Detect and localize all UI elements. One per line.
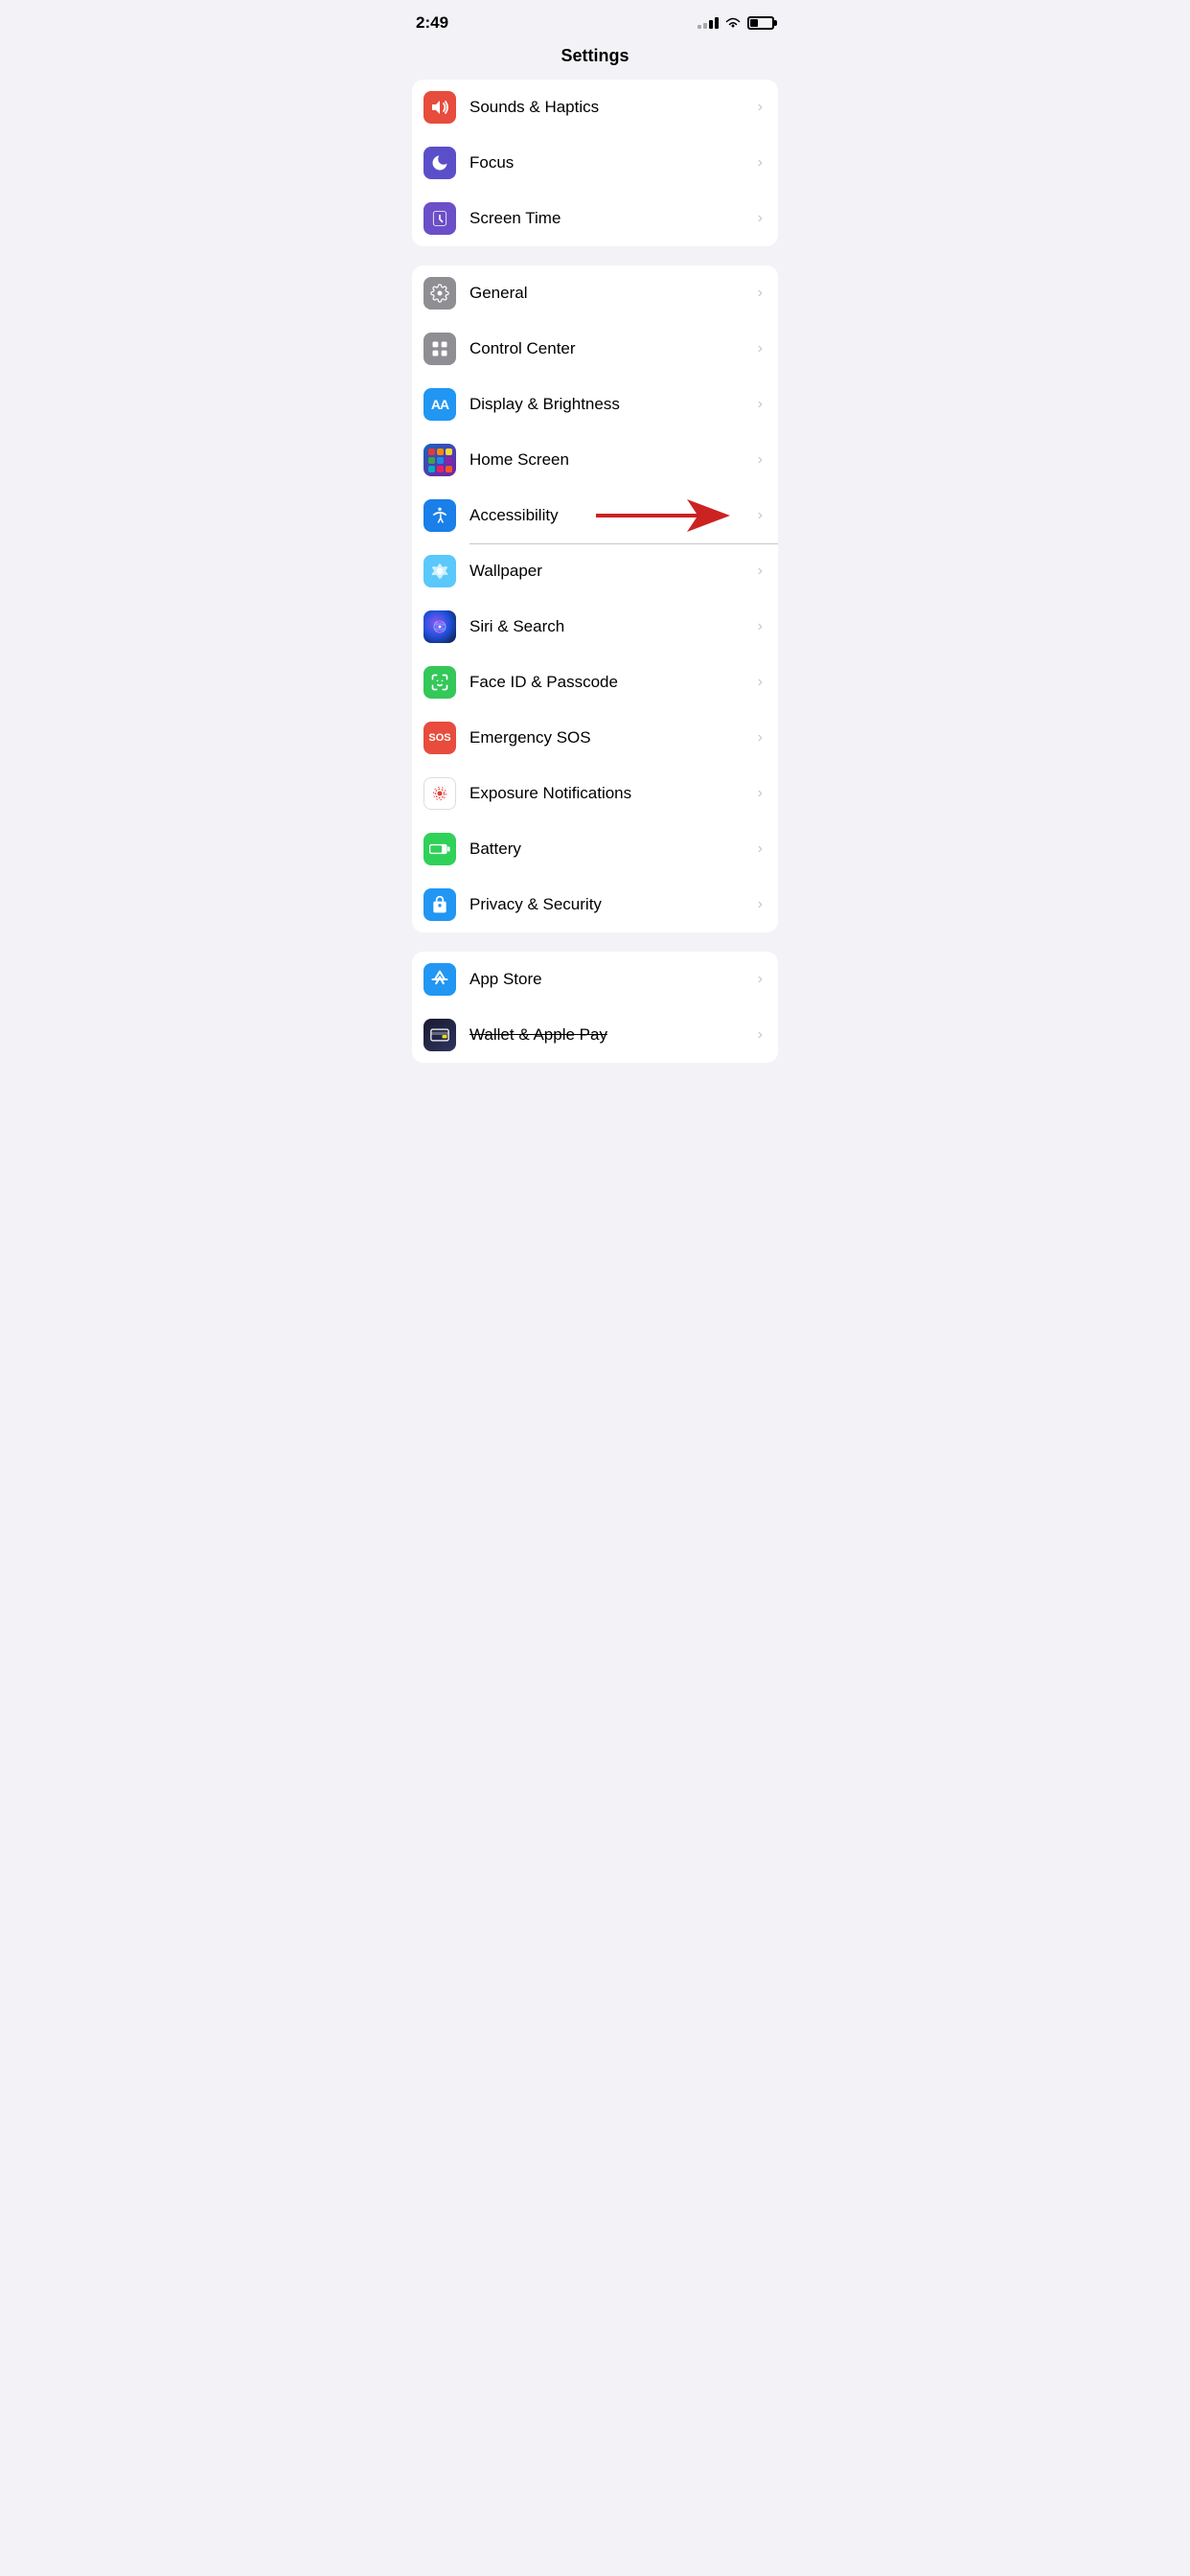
home-screen-icon [423, 444, 456, 476]
sidebar-item-screen-time[interactable]: Screen Time › [412, 191, 778, 246]
battery-icon [423, 833, 456, 865]
settings-group-2: General › Control Center › AA Display & … [412, 265, 778, 932]
face-id-chevron: › [758, 674, 763, 691]
sounds-haptics-icon [423, 91, 456, 124]
control-center-icon [423, 333, 456, 365]
app-store-chevron: › [758, 971, 763, 988]
exposure-label: Exposure Notifications [469, 784, 750, 803]
general-chevron: › [758, 285, 763, 302]
wallpaper-label: Wallpaper [469, 562, 750, 581]
focus-label: Focus [469, 153, 750, 172]
face-id-label: Face ID & Passcode [469, 673, 750, 692]
screen-time-chevron: › [758, 210, 763, 227]
sidebar-item-home-screen[interactable]: Home Screen › [412, 432, 778, 488]
display-brightness-label: Display & Brightness [469, 395, 750, 414]
sidebar-item-battery[interactable]: Battery › [412, 821, 778, 877]
general-icon [423, 277, 456, 310]
face-id-icon [423, 666, 456, 699]
sidebar-item-control-center[interactable]: Control Center › [412, 321, 778, 377]
exposure-chevron: › [758, 785, 763, 802]
general-label: General [469, 284, 750, 303]
display-brightness-chevron: › [758, 396, 763, 413]
wallpaper-icon [423, 555, 456, 587]
siri-search-label: Siri & Search [469, 617, 750, 636]
sounds-haptics-label: Sounds & Haptics [469, 98, 750, 117]
siri-search-chevron: › [758, 618, 763, 635]
signal-bars-icon [698, 17, 719, 29]
app-store-label: App Store [469, 970, 750, 989]
status-icons [698, 16, 774, 30]
screen-time-icon [423, 202, 456, 235]
emergency-sos-label: Emergency SOS [469, 728, 750, 748]
battery-status-icon [747, 16, 774, 30]
sidebar-item-emergency-sos[interactable]: SOS Emergency SOS › [412, 710, 778, 766]
home-screen-label: Home Screen [469, 450, 750, 470]
display-brightness-icon: AA [423, 388, 456, 421]
home-screen-chevron: › [758, 451, 763, 469]
status-bar: 2:49 [397, 0, 793, 40]
sidebar-item-focus[interactable]: Focus › [412, 135, 778, 191]
sidebar-item-display-brightness[interactable]: AA Display & Brightness › [412, 377, 778, 432]
sidebar-item-exposure[interactable]: Exposure Notifications › [412, 766, 778, 821]
wallet-icon [423, 1019, 456, 1051]
status-time: 2:49 [416, 13, 448, 33]
sidebar-item-siri-search[interactable]: Siri & Search › [412, 599, 778, 655]
wallet-label: Wallet & Apple Pay [469, 1025, 750, 1045]
siri-search-icon [423, 610, 456, 643]
battery-chevron: › [758, 840, 763, 858]
wifi-icon [724, 16, 742, 30]
sidebar-item-wallpaper[interactable]: Wallpaper › [412, 543, 778, 599]
sidebar-item-privacy[interactable]: Privacy & Security › [412, 877, 778, 932]
privacy-chevron: › [758, 896, 763, 913]
sidebar-item-sounds-haptics[interactable]: Sounds & Haptics › [412, 80, 778, 135]
sidebar-item-app-store[interactable]: App Store › [412, 952, 778, 1007]
privacy-label: Privacy & Security [469, 895, 750, 914]
wallet-chevron: › [758, 1026, 763, 1044]
exposure-icon [423, 777, 456, 810]
control-center-chevron: › [758, 340, 763, 357]
page-title: Settings [397, 40, 793, 80]
wallpaper-chevron: › [758, 563, 763, 580]
focus-icon [423, 147, 456, 179]
screen-time-label: Screen Time [469, 209, 750, 228]
sidebar-item-face-id[interactable]: Face ID & Passcode › [412, 655, 778, 710]
accessibility-arrow-icon [596, 494, 730, 537]
sidebar-item-general[interactable]: General › [412, 265, 778, 321]
privacy-icon [423, 888, 456, 921]
accessibility-icon [423, 499, 456, 532]
control-center-label: Control Center [469, 339, 750, 358]
sidebar-item-accessibility[interactable]: Accessibility › [412, 488, 778, 543]
accessibility-chevron: › [758, 507, 763, 524]
battery-label: Battery [469, 840, 750, 859]
focus-chevron: › [758, 154, 763, 172]
app-store-icon [423, 963, 456, 996]
sidebar-item-wallet[interactable]: Wallet & Apple Pay › [412, 1007, 778, 1063]
emergency-sos-chevron: › [758, 729, 763, 747]
emergency-sos-icon: SOS [423, 722, 456, 754]
settings-group-3: App Store › Wallet & Apple Pay › [412, 952, 778, 1063]
settings-group-1: Sounds & Haptics › Focus › Screen Time › [412, 80, 778, 246]
sounds-haptics-chevron: › [758, 99, 763, 116]
